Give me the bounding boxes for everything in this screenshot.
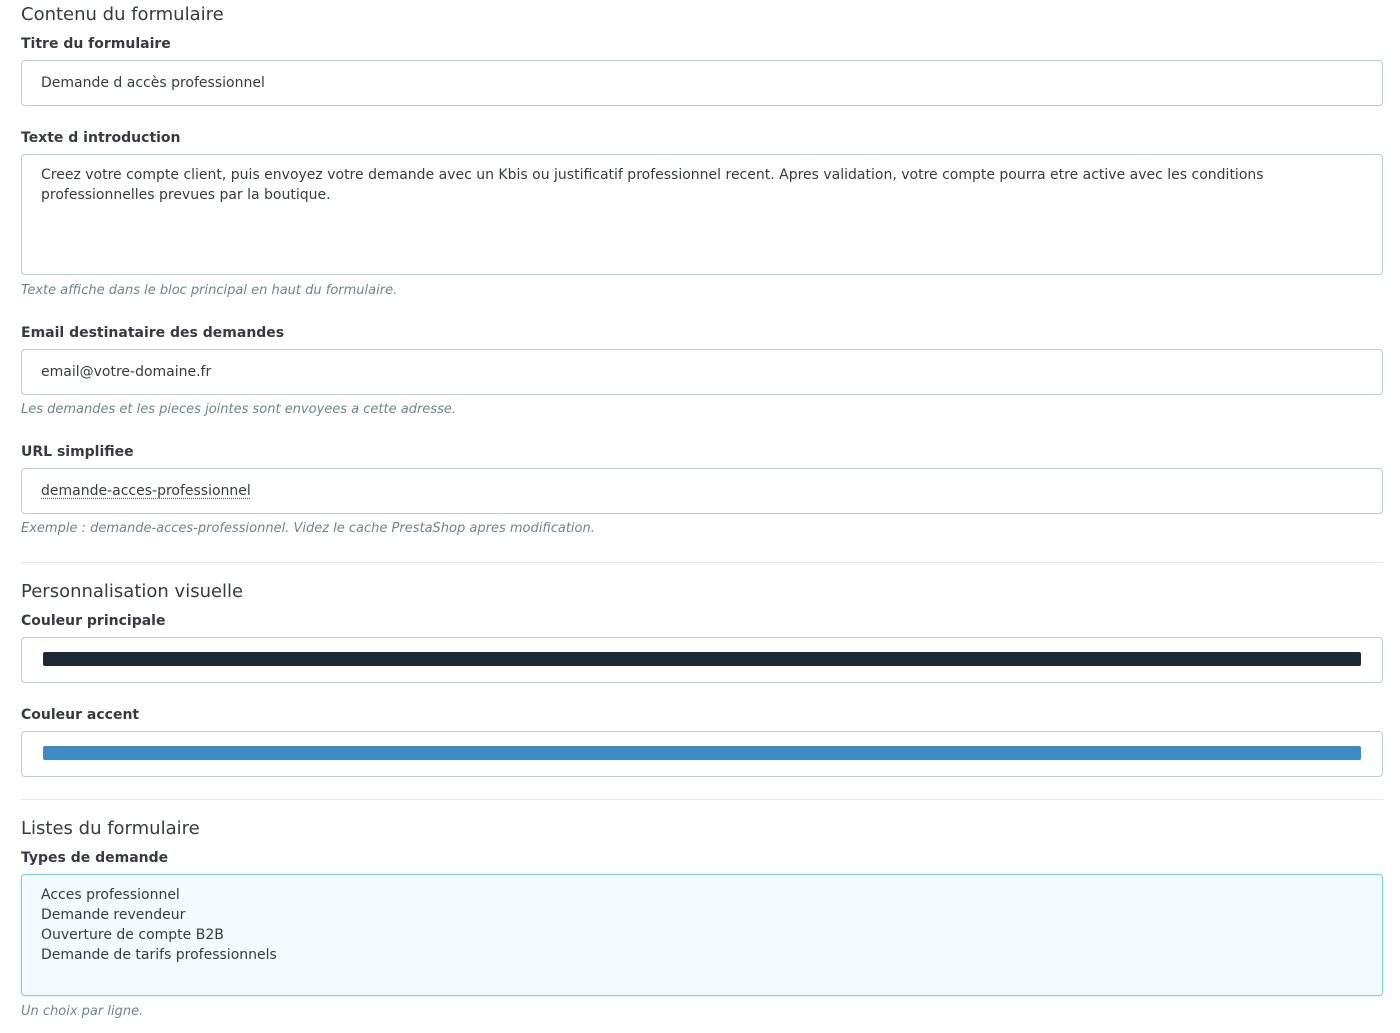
friendly-url-help: Exemple : demande-acces-professionnel. V… <box>21 521 595 536</box>
accent-color-label: Couleur accent <box>21 707 140 723</box>
friendly-url-value: demande-acces-professionnel <box>41 483 251 499</box>
recipient-email-label: Email destinataire des demandes <box>21 325 285 341</box>
primary-color-input[interactable] <box>21 637 1383 683</box>
request-types-textarea[interactable]: Acces professionnel Demande revendeur Ou… <box>21 874 1383 996</box>
section-title-lists: Listes du formulaire <box>21 818 200 839</box>
accent-color-input[interactable] <box>21 731 1383 777</box>
intro-text-label: Texte d introduction <box>21 130 181 146</box>
intro-text-textarea[interactable]: Creez votre compte client, puis envoyez … <box>21 154 1383 275</box>
friendly-url-label: URL simplifiee <box>21 444 134 460</box>
friendly-url-input[interactable]: demande-acces-professionnel <box>21 468 1383 514</box>
intro-text-help: Texte affiche dans le bloc principal en … <box>21 283 398 298</box>
form-title-input[interactable] <box>21 60 1383 106</box>
section-divider <box>21 562 1383 563</box>
request-types-label: Types de demande <box>21 850 169 866</box>
section-title-visual: Personnalisation visuelle <box>21 581 244 602</box>
section-divider <box>21 799 1383 800</box>
request-types-help: Un choix par ligne. <box>21 1004 144 1019</box>
primary-color-swatch <box>43 652 1361 666</box>
form-title-label: Titre du formulaire <box>21 36 171 52</box>
primary-color-label: Couleur principale <box>21 613 166 629</box>
recipient-email-input[interactable] <box>21 349 1383 395</box>
recipient-email-help: Les demandes et les pieces jointes sont … <box>21 402 456 417</box>
accent-color-swatch <box>43 746 1361 760</box>
section-title-content: Contenu du formulaire <box>21 4 224 25</box>
